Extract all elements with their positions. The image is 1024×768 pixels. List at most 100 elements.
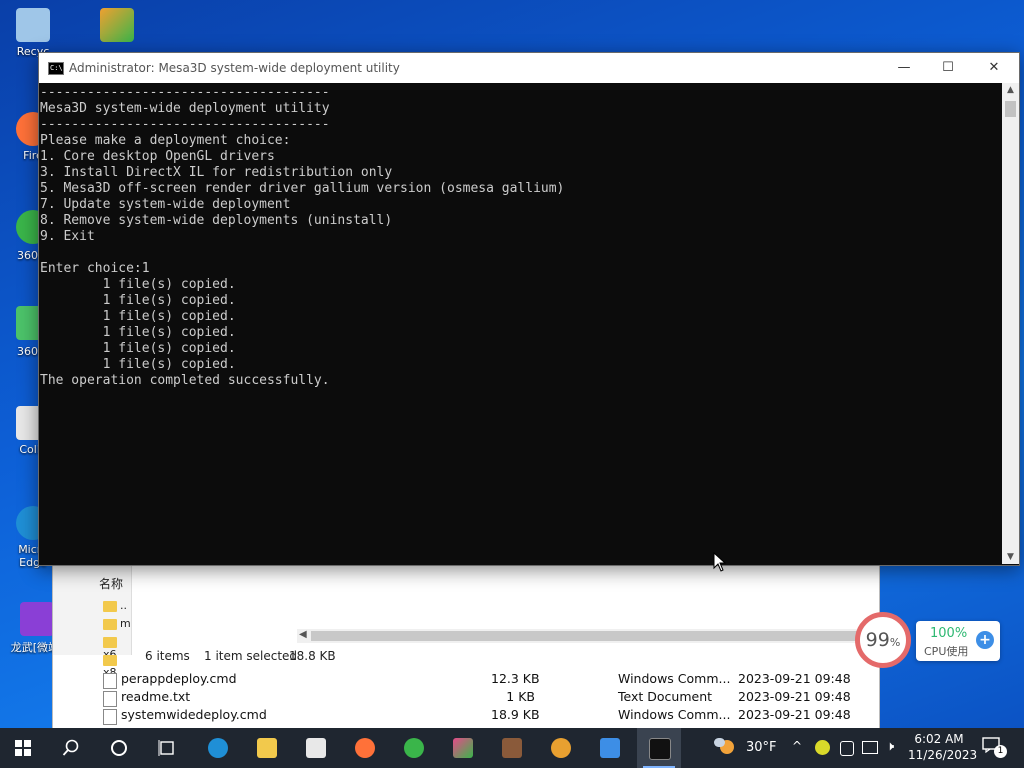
taskbar-file-explorer[interactable] [245,728,289,768]
start-button[interactable] [0,728,44,768]
file-row[interactable]: systemwidedeploy.cmd 18.9 KB Windows Com… [101,707,861,725]
chevron-left-icon[interactable]: ◀ [299,629,307,640]
file-size: 12.3 KB [491,671,540,686]
cmd-file-icon [103,673,117,689]
folder-item[interactable]: x8 [103,653,131,679]
vertical-scrollbar[interactable]: ▲ ▼ [1002,83,1019,564]
taskbar-mail[interactable] [294,728,338,768]
cortana-icon [111,740,127,756]
chevron-up-icon[interactable]: ▲ [1002,85,1019,95]
console-line: Enter choice:1 [40,261,150,276]
console-line: 1 file(s) copied. [40,277,236,292]
terminal-icon [649,738,671,760]
minimize-button[interactable]: — [881,53,927,83]
network-icon[interactable] [862,741,878,754]
column-header-name[interactable]: 名称 [99,575,123,592]
search-button[interactable] [48,728,92,768]
console-line: 1 file(s) copied. [40,357,236,372]
mouse-cursor-icon [713,552,727,572]
maximize-button[interactable]: ☐ [925,53,971,83]
console-window[interactable]: C:\ Administrator: Mesa3D system-wide de… [38,52,1020,566]
folder-icon [103,600,117,612]
game-icon [20,602,54,636]
console-line: 7. Update system-wide deployment [40,197,291,212]
file-size: 18.9 KB [491,707,540,722]
taskbar-folder-blue[interactable] [588,728,632,768]
desktop-icon-app[interactable] [90,8,144,45]
file-name: readme.txt [121,689,191,704]
360-tray-icon[interactable] [815,740,830,755]
status-item-count: 6 items [145,649,190,663]
windows-logo-icon [15,740,31,756]
notification-center-button[interactable]: 1 [982,737,1007,758]
folder-item[interactable]: .. [103,599,131,613]
chevron-down-icon[interactable]: ▼ [1002,552,1019,562]
taskbar-app-orange[interactable] [539,728,583,768]
scrollbar-thumb[interactable] [1005,101,1016,117]
plus-icon[interactable]: + [976,631,994,649]
clock-time: 6:02 AM [914,732,964,746]
task-view-button[interactable] [144,728,188,768]
cpu-usage-ring[interactable]: 99% [855,612,911,668]
cmd-file-icon [103,709,117,725]
file-explorer-window: 名称 .. m x6 x8 ◀ 6 items 1 item selected … [52,562,880,730]
volume-muted-icon[interactable]: 🕨 [886,739,894,754]
console-app-icon: C:\ [48,62,64,75]
folder-icon [103,654,117,666]
file-row[interactable]: readme.txt 1 KB Text Document 2023-09-21… [101,689,861,707]
file-type: Windows Comm... [618,707,731,722]
file-name: perappdeploy.cmd [121,671,237,686]
file-date: 2023-09-21 09:48 [738,707,851,722]
console-line: 1 file(s) copied. [40,341,236,356]
folder-icon [600,738,620,758]
console-line: ------------------------------------- [40,117,330,132]
file-type: Windows Comm... [618,671,731,686]
app-icon [100,8,134,42]
clock-date: 11/26/2023 [908,748,978,762]
notification-badge: 1 [994,745,1007,758]
window-titlebar[interactable]: C:\ Administrator: Mesa3D system-wide de… [39,53,1019,83]
chevron-up-icon[interactable]: ^ [792,739,802,753]
console-line: 1 file(s) copied. [40,325,236,340]
window-title: Administrator: Mesa3D system-wide deploy… [69,61,400,75]
file-date: 2023-09-21 09:48 [738,689,851,704]
cpu-percent: 100% [930,626,968,641]
taskbar-firefox[interactable] [343,728,387,768]
device-tray-icon[interactable] [840,741,854,756]
cpu-label: CPU使用 [924,645,969,658]
console-line: 3. Install DirectX IL for redistribution… [40,165,393,180]
console-output[interactable]: ------------------------------------- Me… [39,83,1001,564]
desktop-icon-recycle-bin[interactable]: Recyc [6,8,60,58]
taskbar-360-software[interactable] [441,728,485,768]
close-button[interactable]: ✕ [971,53,1017,83]
console-line: 1. Core desktop OpenGL drivers [40,149,275,164]
taskbar-terminal[interactable] [637,728,681,768]
system-clock[interactable]: 6:02 AM 11/26/2023 [908,731,978,763]
cortana-button[interactable] [96,728,140,768]
taskbar-360-security[interactable] [392,728,436,768]
cpu-usage-panel[interactable]: 100% CPU使用 + [916,621,1000,661]
360-security-icon [404,738,424,758]
folder-item[interactable]: x6 [103,635,131,661]
recycle-bin-icon [16,8,50,42]
weather-temperature[interactable]: 30°F [746,740,777,755]
status-size: 18.8 KB [289,649,336,663]
firefox-icon [355,738,375,758]
file-row[interactable]: perappdeploy.cmd 12.3 KB Windows Comm...… [101,671,861,689]
console-line: 9. Exit [40,229,95,244]
weather-icon[interactable] [714,738,736,758]
taskbar: 30°F ^ 🕨 6:02 AM 11/26/2023 1 [0,728,1024,768]
folder-item[interactable]: m [103,617,131,631]
status-selected: 1 item selected [204,649,298,663]
360-software-icon [453,738,473,758]
taskbar-edge[interactable] [196,728,240,768]
taskbar-game[interactable] [490,728,534,768]
console-line: ------------------------------------- [40,85,330,100]
task-view-icon [158,740,174,756]
horizontal-scrollbar[interactable]: ◀ [297,629,857,643]
folder-icon [103,636,117,648]
text-file-icon [103,691,117,707]
console-line: 1 file(s) copied. [40,293,236,308]
file-date: 2023-09-21 09:48 [738,671,851,686]
scrollbar-thumb[interactable] [311,631,857,641]
